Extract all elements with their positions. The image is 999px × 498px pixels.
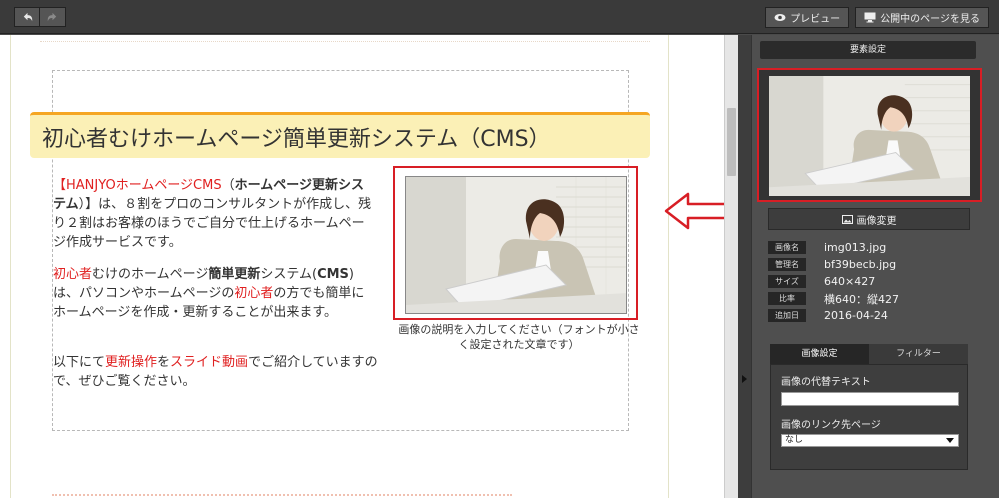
cms-bold: CMS xyxy=(317,267,349,282)
text-run: 以下にて xyxy=(53,355,106,370)
info-value: 2016-04-24 xyxy=(824,309,888,322)
beginner-word-2: 初心者 xyxy=(234,286,274,301)
info-row-name: 画像名 img013.jpg xyxy=(768,239,899,256)
panel-title: 要素設定 xyxy=(760,41,976,59)
tab-filter[interactable]: フィルター xyxy=(869,344,968,364)
intro-bracket: 【 xyxy=(53,178,67,193)
info-value: img013.jpg xyxy=(824,241,887,254)
info-row-added-date: 追加日 2016-04-24 xyxy=(768,307,899,324)
eye-icon xyxy=(774,14,786,21)
tab-image-settings[interactable]: 画像設定 xyxy=(770,344,869,364)
link-target-label: 画像のリンク先ページ xyxy=(781,420,881,431)
undo-button[interactable] xyxy=(14,7,40,27)
info-key: 比率 xyxy=(768,292,806,305)
content-image[interactable] xyxy=(405,176,627,314)
element-settings-panel: 要素設定 画像変更 画像名 img013.jpg 管理名 bf39becb.jp… xyxy=(738,35,999,498)
intro-paren: （ xyxy=(221,178,235,193)
link-target-select[interactable]: なし xyxy=(781,434,959,447)
right-guide-line xyxy=(668,35,669,498)
woman-at-laptop-thumbnail xyxy=(769,76,970,196)
info-key: 管理名 xyxy=(768,258,806,271)
image-thumbnail xyxy=(769,76,970,196)
left-guide-line xyxy=(10,35,11,498)
page-heading-text: 初心者むけホームページ簡単更新システム（CMS） xyxy=(42,127,551,152)
preview-label: プレビュー xyxy=(790,14,841,25)
text-run: システム( xyxy=(260,267,318,282)
page-heading[interactable]: 初心者むけホームページ簡単更新システム（CMS） xyxy=(30,112,650,158)
change-image-label: 画像変更 xyxy=(856,215,897,227)
image-caption[interactable]: 画像の説明を入力してください（フォントが小さく設定された文章です） xyxy=(394,322,644,352)
image-settings-form: 画像の代替テキスト 画像のリンク先ページ なし xyxy=(770,364,968,470)
redo-button[interactable] xyxy=(40,7,66,27)
video-paragraph[interactable]: 以下にて更新操作をスライド動画でご紹介していますので、ぜひご覧ください。 xyxy=(53,353,383,391)
info-value: 640×427 xyxy=(824,275,876,288)
info-key: 画像名 xyxy=(768,241,806,254)
thumbnail-highlight xyxy=(757,68,982,202)
link-target-value: なし xyxy=(785,435,804,445)
info-key: 追加日 xyxy=(768,309,806,322)
image-icon xyxy=(841,214,853,224)
info-row-ratio: 比率 横640：縦427 xyxy=(768,290,899,307)
selected-image-highlight[interactable] xyxy=(393,166,638,320)
panel-collapse-handle[interactable] xyxy=(738,35,752,498)
monitor-icon xyxy=(864,12,876,23)
change-image-button[interactable]: 画像変更 xyxy=(768,208,970,230)
chevron-down-icon xyxy=(946,438,954,443)
view-published-label: 公開中のページを見る xyxy=(880,14,980,25)
editor-scrollbar[interactable] xyxy=(724,35,738,498)
undo-icon xyxy=(23,12,32,21)
top-divider xyxy=(40,41,650,42)
scrollbar-thumb[interactable] xyxy=(727,108,736,176)
info-key: サイズ xyxy=(768,275,806,288)
beginner-word: 初心者 xyxy=(53,267,93,282)
info-row-managed-name: 管理名 bf39becb.jpg xyxy=(768,256,899,273)
beginner-paragraph[interactable]: 初心者むけのホームページ簡単更新システム(CMS)は、パソコンやホームページの初… xyxy=(53,265,375,322)
history-controls xyxy=(14,7,66,27)
intro-rest: ）】は、８割をプロのコンサルタントが作成し、残り２割はお客様のほうでご自分で仕上… xyxy=(53,197,372,250)
top-toolbar: プレビュー 公開中のページを見る xyxy=(0,0,999,34)
text-run: むけのホームページ xyxy=(92,267,209,282)
image-info-list: 画像名 img013.jpg 管理名 bf39becb.jpg サイズ 640×… xyxy=(768,239,899,324)
text-run: を xyxy=(157,355,171,370)
chevron-right-icon xyxy=(742,375,747,383)
info-value: 横640：縦427 xyxy=(824,292,899,306)
settings-tabs: 画像設定 フィルター xyxy=(770,344,968,364)
info-row-size: サイズ 640×427 xyxy=(768,273,899,290)
next-block-preview xyxy=(52,494,512,497)
info-value: bf39becb.jpg xyxy=(824,258,897,271)
redo-icon xyxy=(47,12,57,21)
preview-button[interactable]: プレビュー xyxy=(765,7,850,28)
top-actions: プレビュー 公開中のページを見る xyxy=(765,7,989,28)
brand-name: HANJYOホームページCMS xyxy=(66,178,222,193)
slide-video-link: スライド動画 xyxy=(170,355,249,370)
view-published-button[interactable]: 公開中のページを見る xyxy=(855,7,989,28)
alt-text-input[interactable] xyxy=(781,392,959,406)
alt-text-label: 画像の代替テキスト xyxy=(781,377,871,388)
update-op-link: 更新操作 xyxy=(105,355,158,370)
woman-at-laptop-photo xyxy=(406,177,626,313)
easy-update-bold: 簡単更新 xyxy=(208,267,261,282)
intro-paragraph[interactable]: 【HANJYOホームページCMS（ホームページ更新システム）】は、８割をプロのコ… xyxy=(53,176,375,252)
